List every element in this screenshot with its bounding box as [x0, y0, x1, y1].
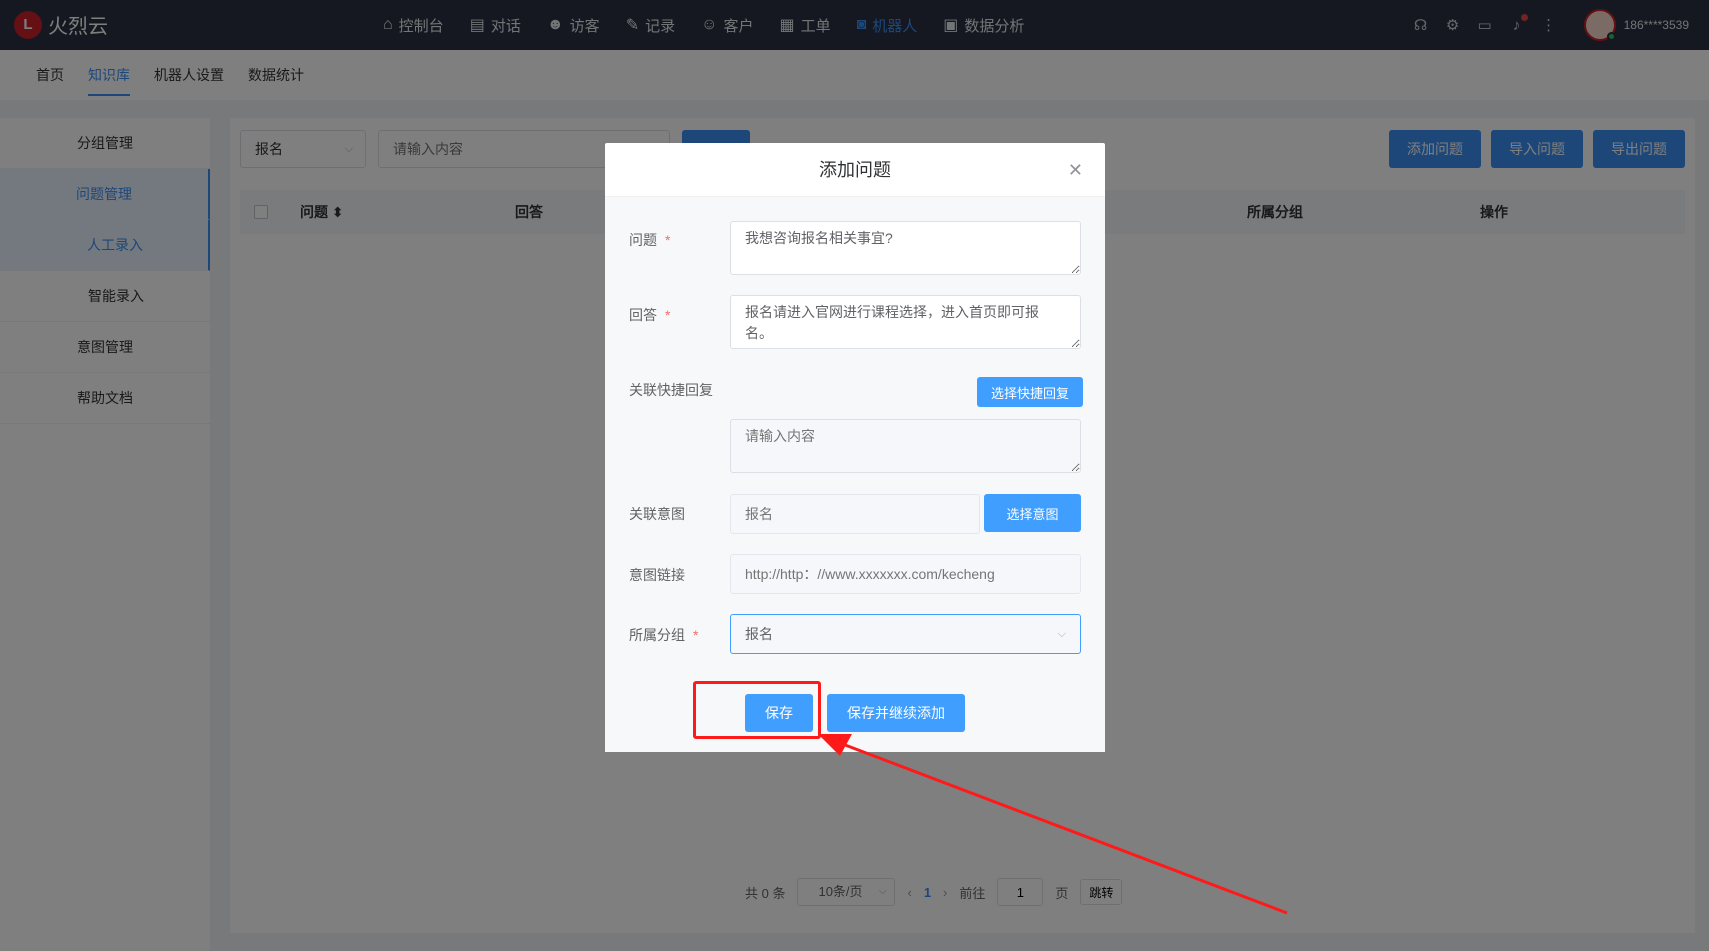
add-question-dialog: 添加问题 ✕ 问题 * 我想咨询报名相关事宜? 回答 * 报名请进入官网进行课程选择… [605, 143, 1105, 752]
answer-textarea[interactable]: 报名请进入官网进行课程选择，进入首页即可报名。 [730, 295, 1081, 349]
required-mark: * [693, 627, 699, 643]
dialog-header: 添加问题 ✕ [605, 143, 1105, 197]
intent-label: 关联意图 [629, 506, 685, 522]
required-mark: * [665, 232, 671, 248]
save-and-continue-button[interactable]: 保存并继续添加 [827, 694, 965, 732]
question-label: 问题 * [629, 232, 671, 248]
question-textarea[interactable]: 我想咨询报名相关事宜? [730, 221, 1081, 275]
group-label: 所属分组 * [629, 627, 699, 643]
required-mark: * [665, 307, 671, 323]
quick-reply-label: 关联快捷回复 [629, 382, 713, 398]
intent-link-input[interactable] [730, 554, 1081, 594]
select-intent-button[interactable]: 选择意图 [984, 494, 1081, 532]
intent-link-label: 意图链接 [629, 567, 685, 583]
group-select[interactable]: 报名 ⌵ [730, 614, 1081, 654]
answer-label: 回答 * [629, 307, 671, 323]
quick-reply-textarea[interactable] [730, 419, 1081, 473]
chevron-down-icon: ⌵ [1057, 628, 1066, 640]
dialog-title: 添加问题 [819, 160, 891, 180]
select-quick-reply-button[interactable]: 选择快捷回复 [977, 377, 1084, 407]
dialog-body: 问题 * 我想咨询报名相关事宜? 回答 * 报名请进入官网进行课程选择，进入首页即可… [605, 197, 1105, 752]
intent-input[interactable] [730, 494, 980, 534]
save-button[interactable]: 保存 [745, 694, 813, 732]
close-icon[interactable]: ✕ [1068, 143, 1083, 197]
